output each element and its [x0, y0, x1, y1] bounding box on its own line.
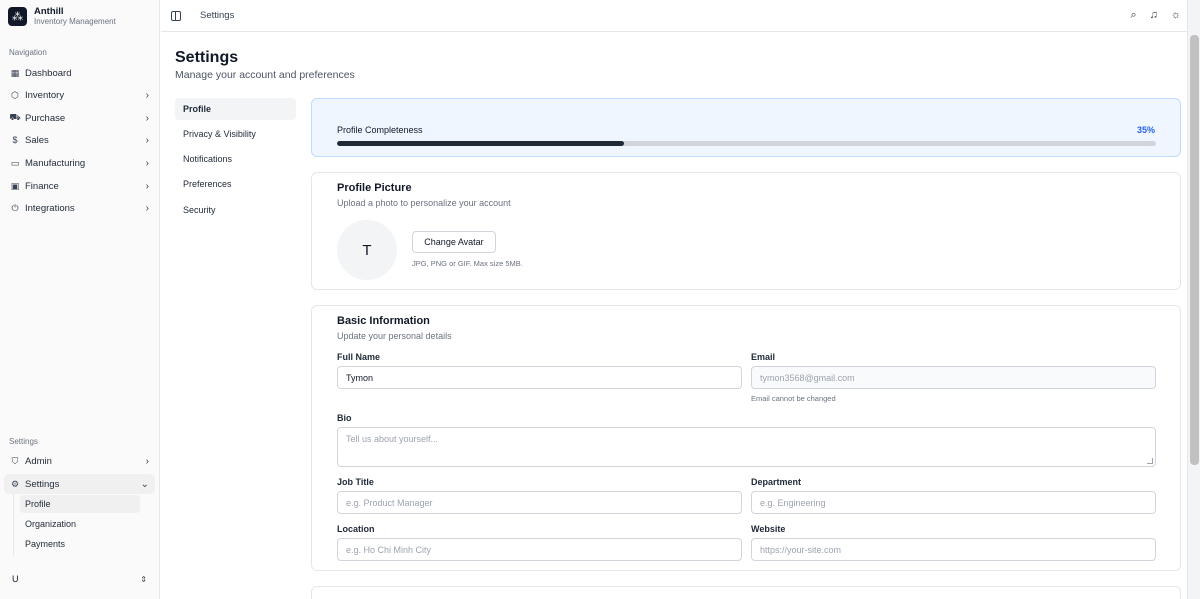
settings-tab-notifications[interactable]: Notifications — [175, 148, 296, 170]
shield-icon: ⛉ — [11, 455, 19, 466]
card-description: Update your personal details — [337, 331, 452, 341]
chevron-right-icon: › — [145, 202, 149, 214]
brand[interactable]: ⁂ Anthill Inventory Management — [8, 6, 116, 27]
sidebar-item-label: Dashboard — [25, 67, 72, 79]
sidebar-item-purchase[interactable]: ⛟ Purchase › — [4, 108, 155, 128]
bio-label: Bio — [337, 413, 352, 423]
settings-tab-security[interactable]: Security — [175, 199, 296, 221]
card-title: Basic Information — [337, 315, 430, 327]
sidebar-item-label: Integrations — [25, 202, 75, 214]
bio-placeholder: Tell us about yourself... — [346, 434, 439, 444]
dollar-icon: $ — [12, 135, 18, 145]
sidebar-item-sales[interactable]: $ Sales › — [4, 130, 155, 150]
sidebar-item-label: Sales — [25, 134, 49, 146]
ant-logo-icon: ⁂ — [8, 7, 27, 26]
avatar-hint: JPG, PNG or GIF. Max size 5MB. — [412, 259, 523, 268]
location-field[interactable]: e.g. Ho Chi Minh City — [337, 538, 742, 561]
chevron-right-icon: › — [145, 134, 149, 146]
profile-picture-card: Profile Picture Upload a photo to person… — [311, 172, 1181, 290]
progress-fill — [337, 141, 624, 146]
settings-tab-profile[interactable]: Profile — [175, 98, 296, 120]
settings-tab-privacy[interactable]: Privacy & Visibility — [175, 123, 296, 145]
progress-label: Profile Completeness — [337, 125, 423, 135]
page-title: Settings — [175, 49, 239, 66]
email-label: Email — [751, 352, 776, 362]
brand-subtitle: Inventory Management — [34, 17, 116, 26]
grid-icon: ▦ — [10, 67, 20, 78]
next-section-card — [311, 586, 1181, 599]
bio-textarea[interactable]: Tell us about yourself... — [337, 427, 1156, 467]
avatar: U — [12, 574, 19, 584]
truck-icon: ⛟ — [9, 112, 21, 122]
email-help: Email cannot be changed — [751, 394, 836, 403]
sidebar-subitem-organization[interactable]: Organization — [20, 515, 140, 533]
avatar: T — [337, 220, 397, 280]
sidebar-item-label: Admin — [25, 455, 52, 467]
progress-bar — [337, 141, 1156, 146]
department-label: Department — [751, 477, 802, 487]
brand-name: Anthill — [34, 6, 64, 17]
chevron-down-icon: ⌄ — [140, 478, 149, 490]
sun-icon[interactable]: ☼ — [1171, 9, 1181, 22]
gear-icon: ⚙ — [10, 478, 20, 489]
box-icon: ⬡ — [11, 89, 19, 100]
sidebar-item-settings[interactable]: ⚙ Settings ⌄ — [4, 474, 155, 494]
card-description: Upload a photo to personalize your accou… — [337, 198, 511, 208]
sidebar-item-label: Purchase — [25, 112, 66, 124]
sidebar-item-label: Finance — [25, 180, 59, 192]
sidebar-toggle-icon[interactable] — [171, 10, 181, 21]
progress-percent: 35% — [1136, 125, 1155, 135]
sidebar-item-dashboard[interactable]: ▦ Dashboard — [4, 63, 155, 83]
bell-icon[interactable]: ♫ — [1150, 9, 1158, 22]
chevron-right-icon: › — [145, 112, 149, 124]
basic-information-card: Basic Information Update your personal d… — [311, 305, 1181, 571]
chevrons-up-down-icon: ⇕ — [140, 574, 147, 584]
chevron-right-icon: › — [145, 157, 149, 169]
change-avatar-button[interactable]: Change Avatar — [412, 231, 496, 253]
factory-icon: ▭ — [10, 157, 20, 168]
sidebar-item-manufacturing[interactable]: ▭ Manufacturing › — [4, 153, 155, 173]
search-icon[interactable]: ⌕ — [1130, 9, 1136, 22]
scrollbar[interactable] — [1187, 0, 1200, 599]
scrollbar-thumb[interactable] — [1190, 35, 1199, 465]
wallet-icon: ▣ — [10, 180, 20, 191]
nav-group-label: Navigation — [9, 48, 47, 57]
department-field[interactable]: e.g. Engineering — [751, 491, 1156, 514]
topbar: Settings ⌕ ♫ ☼ — [161, 0, 1187, 32]
sidebar-item-label: Manufacturing — [25, 157, 86, 169]
location-label: Location — [337, 524, 375, 534]
user-menu[interactable]: U ⇕ — [4, 569, 155, 589]
chevron-right-icon: › — [145, 89, 149, 101]
sidebar-item-label: Settings — [25, 478, 60, 490]
settings-tab-preferences[interactable]: Preferences — [175, 173, 296, 195]
job-title-field[interactable]: e.g. Product Manager — [337, 491, 742, 514]
website-field[interactable]: https://your-site.com — [751, 538, 1156, 561]
sidebar-item-inventory[interactable]: ⬡ Inventory › — [4, 85, 155, 105]
sidebar-item-finance[interactable]: ▣ Finance › — [4, 176, 155, 196]
page-subtitle: Manage your account and preferences — [175, 69, 355, 81]
breadcrumb: Settings — [200, 10, 235, 21]
card-title: Profile Picture — [337, 182, 412, 194]
email-field[interactable]: tymon3568@gmail.com — [751, 366, 1156, 389]
chevron-right-icon: › — [145, 455, 149, 467]
chevron-right-icon: › — [145, 180, 149, 192]
sidebar-item-label: Inventory — [25, 89, 65, 101]
resize-handle-icon[interactable] — [1147, 458, 1153, 464]
settings-group-label: Settings — [9, 437, 38, 446]
sidebar: ⁂ Anthill Inventory Management Navigatio… — [0, 0, 160, 599]
full-name-field[interactable]: Tymon — [337, 366, 742, 389]
profile-completeness-card: Profile Completeness 35% — [311, 98, 1181, 157]
sidebar-subitem-profile[interactable]: Profile — [20, 495, 140, 513]
sidebar-subitem-payments[interactable]: Payments — [20, 535, 140, 553]
sidebar-item-admin[interactable]: ⛉ Admin › — [4, 451, 155, 471]
website-label: Website — [751, 524, 786, 534]
submenu-rule — [13, 494, 14, 556]
plug-icon: ⏻ — [11, 202, 19, 213]
job-title-label: Job Title — [337, 477, 374, 487]
sidebar-item-integrations[interactable]: ⏻ Integrations › — [4, 198, 155, 218]
full-name-label: Full Name — [337, 352, 381, 362]
